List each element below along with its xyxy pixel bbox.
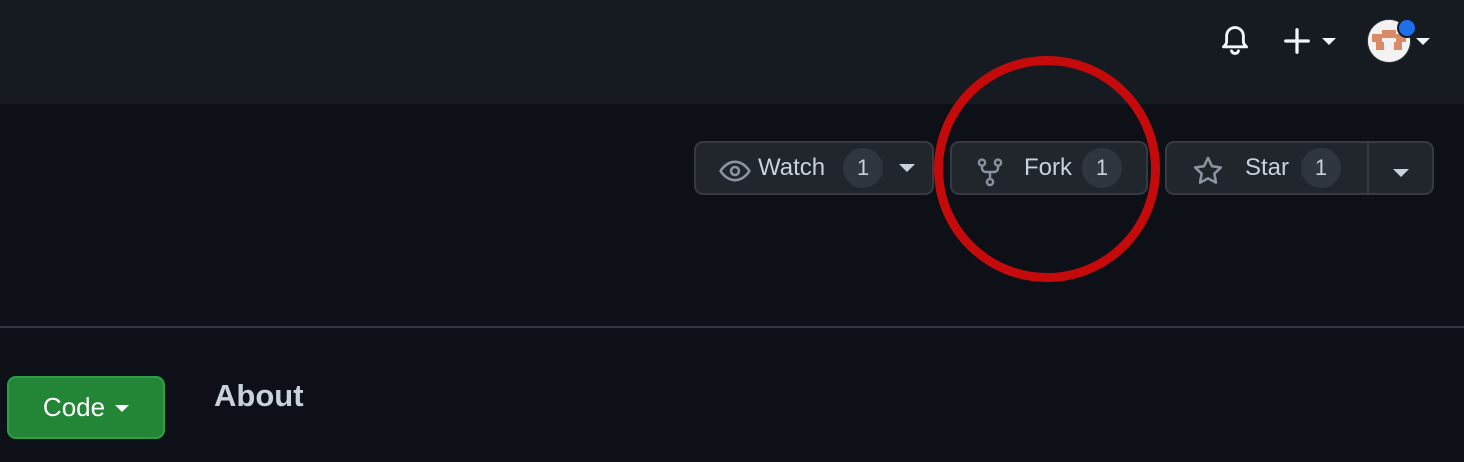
code-button[interactable]: Code [7,376,165,439]
star-label: Star [1245,154,1290,181]
top-navigation-bar [0,0,1464,104]
star-split-divider [1367,143,1369,193]
fork-count: 1 [1082,148,1122,188]
star-button[interactable]: Star 1 [1165,141,1434,195]
eye-icon [719,160,751,182]
star-count: 1 [1301,148,1342,188]
star-dropdown-caret[interactable] [1393,169,1409,177]
fork-button[interactable]: Fork 1 [950,141,1148,195]
create-new-button[interactable] [1282,24,1336,58]
section-divider [0,326,1464,328]
watch-button[interactable]: Watch 1 [694,141,934,195]
repo-forked-icon [977,158,1003,187]
plus-icon [1284,28,1310,54]
notification-dot [1397,18,1417,38]
notifications-button[interactable] [1216,22,1254,60]
star-icon [1193,156,1223,184]
code-button-label: Code [42,392,106,422]
about-heading: About [214,378,304,413]
watch-label: Watch [758,154,826,181]
fork-label: Fork [1024,154,1072,181]
chevron-down-icon [115,405,130,412]
chevron-down-icon[interactable] [899,164,916,172]
chevron-down-icon [1416,37,1430,45]
watch-count: 1 [843,148,884,188]
bell-icon [1222,26,1248,55]
chevron-down-icon [1322,37,1336,45]
